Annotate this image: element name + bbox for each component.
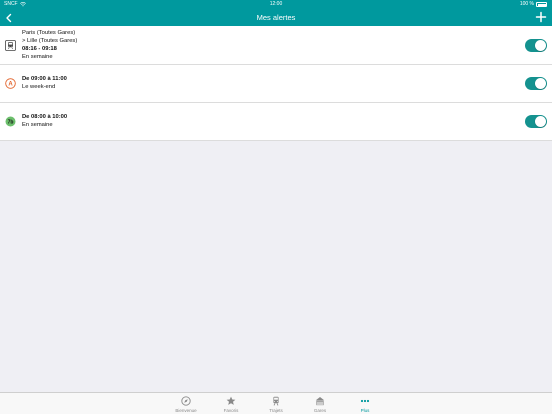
alert-time: De 08:00 à 10:00: [22, 114, 68, 120]
battery-icon: [536, 2, 547, 7]
alert-days: Le week-end: [22, 84, 56, 90]
alert-time: De 09:00 à 11:00: [22, 76, 67, 82]
alert-row[interactable]: 7b De 08:00 à 10:00 En semaine: [0, 103, 552, 141]
alert-text: Paris (Toutes Gares) > Lille (Toutes Gar…: [22, 29, 77, 61]
alert-toggle[interactable]: [525, 77, 547, 90]
alert-time: 08:16 - 09:18: [22, 46, 57, 52]
line-7bis-icon: 7b: [5, 116, 16, 127]
tab-plus[interactable]: Plus: [347, 393, 383, 414]
tab-bienvenue[interactable]: Bienvenue: [168, 393, 204, 414]
header: SNCF 12:00 100 % Mes alertes: [0, 0, 552, 26]
add-alert-icon[interactable]: [535, 11, 547, 23]
alert-row[interactable]: A De 09:00 à 11:00 Le week-end: [0, 65, 552, 103]
more-icon: [360, 399, 370, 403]
alert-list: Paris (Toutes Gares) > Lille (Toutes Gar…: [0, 26, 552, 141]
station-icon: [315, 397, 325, 406]
route-to: > Lille (Toutes Gares): [22, 38, 78, 44]
tab-label: Favoris: [223, 408, 239, 413]
alert-toggle[interactable]: [525, 115, 547, 128]
nav-bar: Mes alertes: [0, 9, 552, 26]
alert-toggle[interactable]: [525, 39, 547, 52]
train-icon: [273, 396, 279, 406]
status-time: 12:00: [269, 1, 283, 7]
compass-icon: [181, 396, 191, 406]
tab-favoris[interactable]: Favoris: [213, 393, 249, 414]
toggle-knob: [535, 40, 546, 51]
status-right: 100 %: [520, 0, 547, 9]
toggle-knob: [535, 78, 546, 89]
battery-percent: 100 %: [519, 1, 534, 7]
alert-days: En semaine: [22, 54, 53, 60]
tab-bar: Bienvenue Favoris Trajets Gares Plus: [0, 392, 552, 414]
alert-row[interactable]: Paris (Toutes Gares) > Lille (Toutes Gar…: [0, 26, 552, 65]
toggle-knob: [535, 116, 546, 127]
train-icon: [5, 40, 16, 51]
rer-a-icon: A: [5, 78, 16, 89]
tab-label: Bienvenue: [175, 408, 197, 413]
page-title: Mes alertes: [256, 13, 296, 22]
route-from: Paris (Toutes Gares): [22, 30, 76, 36]
line-7bis-icon-label: 7b: [8, 119, 14, 125]
star-icon: [226, 396, 236, 405]
alert-text: De 08:00 à 10:00 En semaine: [22, 113, 67, 129]
tab-gares[interactable]: Gares: [302, 393, 338, 414]
rer-a-icon-label: A: [8, 82, 13, 88]
tab-label: Trajets: [269, 408, 283, 413]
alert-text: De 09:00 à 11:00 Le week-end: [22, 75, 67, 91]
tab-label: Plus: [360, 408, 370, 413]
status-bar: SNCF 12:00 100 %: [0, 0, 552, 9]
alert-days: En semaine: [22, 122, 53, 128]
tab-trajets[interactable]: Trajets: [258, 393, 294, 414]
tab-label: Gares: [313, 408, 327, 413]
